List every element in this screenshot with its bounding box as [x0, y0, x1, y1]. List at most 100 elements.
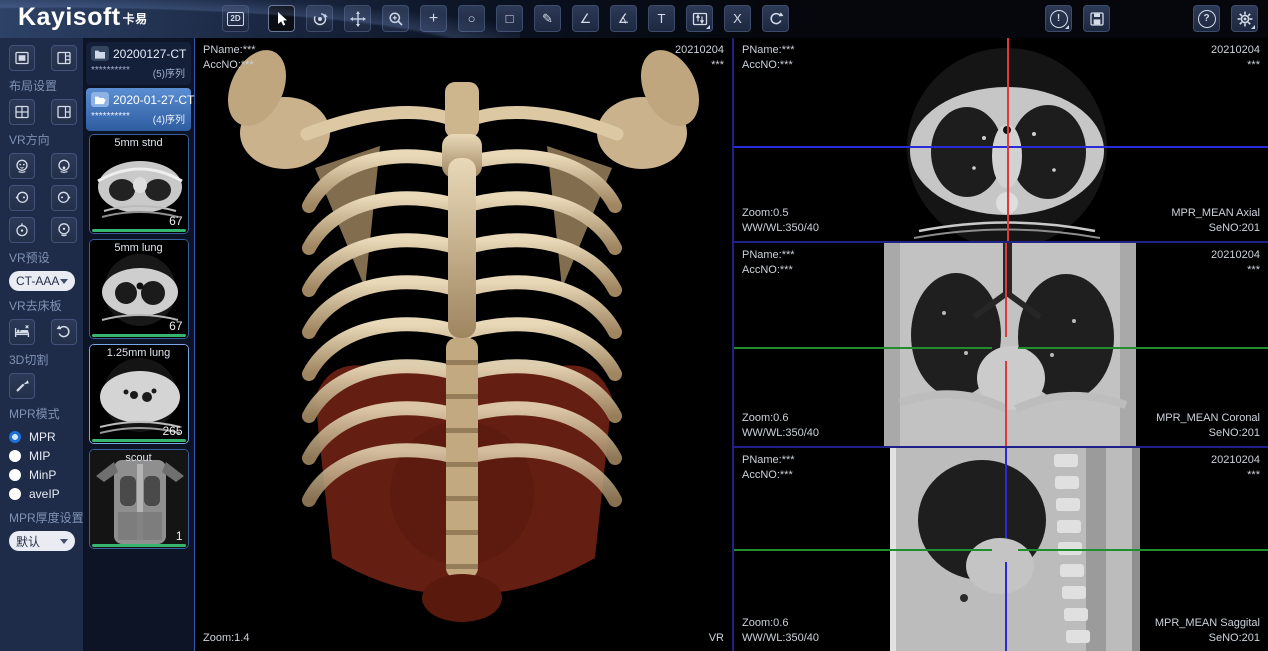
view-2d-button[interactable]: 2D	[222, 5, 249, 32]
vr-viewport[interactable]: PName:*** AccNO:*** 20210204 *** Zoom:1.…	[195, 38, 734, 651]
close-x-icon: X	[733, 12, 742, 25]
thumbnail-label: 5mm lung	[90, 242, 188, 254]
vr-preset-select[interactable]: CT-AAA	[9, 271, 75, 291]
chevron-down-icon	[60, 279, 68, 284]
mpr-mode-radio-aveip[interactable]: aveIP	[9, 484, 83, 503]
vr-preset-label: VR预设	[9, 249, 83, 266]
zoom-tool-button[interactable]	[382, 5, 409, 32]
vr-head-left-button[interactable]	[9, 185, 35, 211]
radio-icon	[9, 469, 21, 481]
mpr-mode-radio-minp[interactable]: MinP	[9, 465, 83, 484]
rotate-3d-button[interactable]	[306, 5, 333, 32]
mpr-thickness-value: 默认	[16, 533, 40, 550]
image-info-button[interactable]: !	[1045, 5, 1072, 32]
left-sidebar: 布局设置 VR方向	[0, 38, 83, 651]
cursor-button[interactable]	[268, 5, 295, 32]
bed-icon	[14, 324, 30, 340]
mpr-mode-radio-mip[interactable]: MIP	[9, 446, 83, 465]
sagittal-crosshair-vertical[interactable]	[1005, 448, 1007, 538]
study-item[interactable]: 20200127-CT ********** (5)序列	[86, 42, 191, 85]
vr-head-superior-button[interactable]	[9, 217, 35, 243]
head-back-icon	[56, 158, 72, 174]
study-series-count: (4)序列	[153, 111, 185, 126]
window-level-button[interactable]	[686, 5, 713, 32]
crosshair-icon: +	[429, 11, 438, 27]
rectangle-icon: □	[506, 12, 514, 25]
layout-custom-icon	[56, 50, 72, 66]
vr-head-posterior-button[interactable]	[51, 153, 77, 179]
series-thumbnail-1-25mm-lung[interactable]: 1.25mm lung 265	[89, 344, 189, 444]
vr-ribcage-render	[195, 38, 732, 651]
vr-head-right-button[interactable]	[51, 185, 77, 211]
save-button[interactable]	[1083, 5, 1110, 32]
thumbnail-progress-bar	[92, 439, 186, 442]
coronal-crosshair-horizontal[interactable]	[734, 347, 992, 349]
coronal-crosshair-vertical[interactable]	[1005, 243, 1007, 337]
vr-bed-label: VR去床板	[9, 297, 83, 314]
mpr-axial-viewport[interactable]: PName:*** AccNO:*** 20210204 *** Zoom:0.…	[734, 38, 1268, 243]
window-level-icon	[692, 11, 708, 27]
folder-open-icon	[91, 92, 109, 107]
study-item-active[interactable]: 2020-01-27-CT ********** (4)序列	[86, 88, 191, 131]
radio-icon	[9, 488, 21, 500]
measure-line-button[interactable]: ✎	[534, 5, 561, 32]
layout-2x2-button[interactable]	[9, 99, 35, 125]
head-front-icon	[14, 158, 30, 174]
axial-crosshair-vertical[interactable]	[1007, 38, 1009, 241]
cobb-angle-button[interactable]: ∡	[610, 5, 637, 32]
remove-bed-button[interactable]	[9, 319, 35, 345]
vr-head-anterior-button[interactable]	[9, 153, 35, 179]
main-content: 布局设置 VR方向	[0, 38, 1268, 651]
restore-bed-button[interactable]	[51, 319, 77, 345]
thumbnail-progress-bar	[92, 334, 186, 337]
series-thumbnail-5mm-lung[interactable]: 5mm lung 67	[89, 239, 189, 339]
pan-button[interactable]	[344, 5, 371, 32]
delete-annotation-button[interactable]: X	[724, 5, 751, 32]
help-icon: ?	[1198, 10, 1216, 28]
head-top-icon	[14, 222, 30, 238]
radio-label: aveIP	[29, 487, 60, 501]
thumbnail-label: scout	[90, 452, 188, 464]
mpr-mode-label: MPR模式	[9, 405, 83, 422]
image-2d-icon: 2D	[227, 12, 243, 26]
cut-3d-button[interactable]	[9, 373, 35, 399]
rotate-3d-icon	[312, 11, 328, 27]
reset-view-button[interactable]	[762, 5, 789, 32]
study-patient-masked: **********	[91, 111, 130, 126]
angle-button[interactable]: ∠	[572, 5, 599, 32]
layout-custom-button[interactable]	[51, 45, 77, 71]
settings-button[interactable]	[1231, 5, 1258, 32]
vr-preset-value: CT-AAA	[16, 274, 59, 288]
series-thumbnail-scout[interactable]: scout 1	[89, 449, 189, 549]
window-tool-group: ?	[1193, 5, 1258, 32]
mpr-sagittal-viewport[interactable]: PName:*** AccNO:*** 20210204 *** Zoom:0.…	[734, 448, 1268, 651]
layout-single-icon	[14, 50, 30, 66]
coronal-ct-image	[734, 243, 1267, 446]
vr-direction-label: VR方向	[9, 131, 83, 148]
ellipse-icon: ○	[468, 12, 476, 25]
thumbnail-progress-bar	[92, 544, 186, 547]
radio-label: MinP	[29, 468, 56, 482]
pencil-icon: ✎	[542, 12, 553, 25]
text-tool-icon: T	[658, 12, 666, 25]
head-bottom-icon	[56, 222, 72, 238]
layout-single-button[interactable]	[9, 45, 35, 71]
mpr-thickness-select[interactable]: 默认	[9, 531, 75, 551]
scalpel-icon	[14, 378, 30, 394]
ellipse-roi-button[interactable]: ○	[458, 5, 485, 32]
crosshair-button[interactable]: +	[420, 5, 447, 32]
layout-1-2-button[interactable]	[51, 99, 77, 125]
thumbnail-image-count: 67	[169, 214, 182, 228]
mpr-coronal-viewport[interactable]: PName:*** AccNO:*** 20210204 *** Zoom:0.…	[734, 243, 1268, 448]
series-thumbnail-5mm-stnd[interactable]: 5mm stnd 67	[89, 134, 189, 234]
help-button[interactable]: ?	[1193, 5, 1220, 32]
sagittal-crosshair-horizontal[interactable]	[734, 549, 992, 551]
text-annotation-button[interactable]: T	[648, 5, 675, 32]
series-panel: 20200127-CT ********** (5)序列 2020-01-27-…	[83, 38, 195, 651]
rect-roi-button[interactable]: □	[496, 5, 523, 32]
mpr-mode-radio-mpr[interactable]: MPR	[9, 427, 83, 446]
axial-crosshair-horizontal[interactable]	[734, 146, 1268, 148]
folder-icon	[91, 46, 109, 61]
vr-head-inferior-button[interactable]	[51, 217, 77, 243]
layout-1-2-icon	[56, 104, 72, 120]
